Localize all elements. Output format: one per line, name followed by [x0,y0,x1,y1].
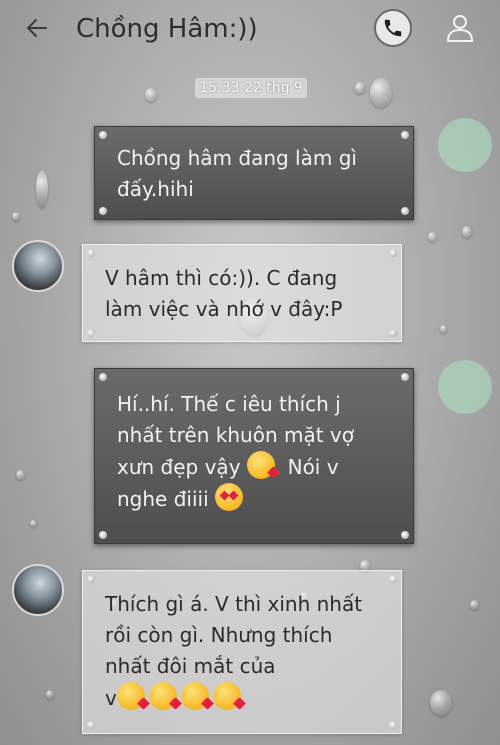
seen-indicator [438,360,492,414]
heart-eyes-emoji-icon [215,483,243,511]
raindrop [16,470,25,480]
kiss-emoji-icon [212,682,246,710]
kiss-emoji-icon [180,682,214,710]
message-text: đấy.hihi [117,177,194,201]
contact-avatar[interactable] [12,564,64,616]
raindrop [355,82,365,94]
pin-decoration [87,721,95,729]
message-text-line: xưn đẹp vậy . Nói v [117,451,391,483]
raindrop [428,232,437,242]
message-bubble-outgoing[interactable]: Chồng hâm đang làm gì đấy.hihi [94,126,414,220]
message-bubble-incoming[interactable]: Thích gì á. V thì xinh nhất rồi còn gì. … [82,570,402,734]
pin-decoration [401,531,409,539]
pin-decoration [401,207,409,215]
message-bubble-incoming[interactable]: V hâm thì có:)). C đang làm việc và nhớ … [82,244,402,342]
contact-name[interactable]: Chồng Hâm:)) [76,12,258,46]
raindrop [30,520,37,527]
message-timestamp: 15:33 22 thg 9 [195,78,307,98]
raindrop [46,690,54,699]
pin-decoration [99,131,107,139]
call-button[interactable] [374,9,412,47]
kiss-emoji-icon [246,451,280,479]
message-bubble-outgoing[interactable]: Hí..hí. Thế c iêu thích j nhất trên khuô… [94,368,414,544]
raindrop [12,212,20,221]
message-text-line: v [105,682,379,714]
message-text-line: nghe điiii [117,483,391,515]
message-text: Hí..hí. Thế c iêu thích j [117,392,341,416]
pin-decoration [401,131,409,139]
message-text: xưn đẹp vậy [117,455,241,479]
raindrop [36,170,48,208]
message-text: v [105,686,117,710]
user-icon [446,15,474,42]
pin-decoration [87,249,95,257]
seen-indicator [438,118,492,172]
arrow-left-icon [26,19,47,37]
message-text: nghe điiii [117,487,209,511]
pin-decoration [401,373,409,381]
pin-decoration [99,373,107,381]
message-text: V hâm thì có:)). C đang [105,266,338,290]
pin-decoration [99,207,107,215]
message-text: Thích gì á. V thì xinh nhất [105,592,363,616]
contact-avatar[interactable] [12,240,64,292]
raindrop [370,78,392,108]
pin-decoration [389,575,397,583]
pin-decoration [389,249,397,257]
kiss-emoji-icon [116,682,150,710]
message-text: nhất trên khuôn mặt vợ [117,423,354,447]
pin-decoration [99,531,107,539]
message-text: làm việc và nhớ v đây:P [105,297,343,321]
raindrop [470,600,479,610]
pin-decoration [87,329,95,337]
back-button[interactable] [24,10,50,50]
pin-decoration [389,721,397,729]
message-text: Chồng hâm đang làm gì [117,146,357,170]
message-text: . Nói v [274,455,339,479]
message-text: nhất đôi mắt của [105,654,276,678]
raindrop [440,325,447,333]
chat-header: Chồng Hâm:)) [0,0,500,60]
pin-decoration [389,329,397,337]
profile-button[interactable] [444,12,476,44]
phone-icon [384,19,402,37]
raindrop [145,88,157,102]
pin-decoration [87,575,95,583]
kiss-emoji-icon [148,682,182,710]
message-text: rồi còn gì. Nhưng thích [105,623,333,647]
raindrop [462,226,472,238]
raindrop [430,690,452,716]
